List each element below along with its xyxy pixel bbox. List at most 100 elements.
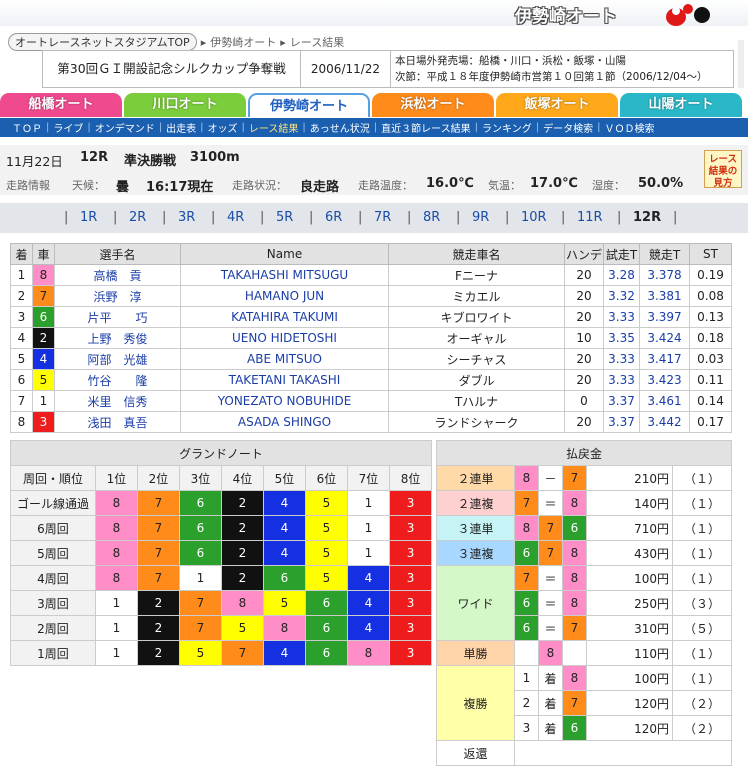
rider-name-en[interactable]: TAKETANI TAKASHI [180,369,389,391]
rider-name-jp[interactable]: 上野 秀俊 [54,327,181,349]
handicap: 20 [564,348,604,370]
race-link-5R[interactable]: 5R [276,210,293,225]
subnav-item-7[interactable]: あっせん状況 [310,120,370,135]
popularity: （１） [671,665,733,691]
payout-title: 払戻金 [435,440,733,466]
lap-car: 8 [263,615,306,641]
tab-track-6[interactable]: 山陽オート [620,93,742,117]
subnav-item-3[interactable]: オンデマンド [95,120,155,135]
rider-name-jp[interactable]: 竹谷 隆 [54,369,181,391]
subnav-separator: | [302,122,306,133]
trifecta-row-label: ３連単 [436,515,515,541]
rider-name-en[interactable]: TAKAHASHI MITSUGU [180,264,389,286]
lap-car: 6 [179,490,222,516]
rider-name-jp[interactable]: 浅田 真吾 [54,411,181,433]
handicap: 10 [564,327,604,349]
rider-name-jp[interactable]: 米里 信秀 [54,390,181,412]
subnav-item-6[interactable]: レース結果 [249,120,299,135]
position-header-2: 2位 [137,465,180,491]
rider-name-en[interactable]: KATAHIRA TAKUMI [180,306,389,328]
rider-name-en[interactable]: HAMANO JUN [180,285,389,307]
start-timing: 0.03 [689,348,732,370]
race-link-3R[interactable]: 3R [178,210,195,225]
tab-track-5[interactable]: 飯塚オート [496,93,618,117]
rider-name-jp[interactable]: 浜野 淳 [54,285,181,307]
race-link-4R[interactable]: 4R [227,210,244,225]
breadcrumb-track-link[interactable]: 伊勢崎オート [210,34,276,50]
race-link-9R[interactable]: 9R [472,210,489,225]
entries-header-8: 競走T [639,243,690,265]
lap-car: 3 [388,565,433,591]
race-link-6R[interactable]: 6R [325,210,342,225]
entries-header-3: 選手名 [54,243,181,265]
entries-header-6: ハンデ [564,243,604,265]
rider-name-jp[interactable]: 高橋 貢 [54,264,181,286]
race-day: 11月22日 [6,154,63,169]
payout-car: 7 [538,540,563,566]
tab-track-1[interactable]: 船橋オート [0,93,122,117]
position-header-8: 8位 [388,465,433,491]
finish-position: 1 [10,264,33,286]
rider-name-en[interactable]: YONEZATO NOBUHIDE [180,390,389,412]
start-timing: 0.17 [689,411,732,433]
subnav-item-4[interactable]: 出走表 [166,120,196,135]
quinella-row-label: ２連複 [436,490,515,516]
scrollbar[interactable] [738,40,744,88]
page-root: 伊勢崎オート オートレースネットスタジアムTOP ▸ 伊勢崎オート ▸ レース結… [0,0,748,774]
subnav-item-8[interactable]: 直近３節レース結果 [381,120,471,135]
lap-label: 4周回 [10,565,96,591]
payout-table: 払戻金 ２連単 8 － 7 210円 （１） ２連複 7 ＝ 8 140円 （１） ３連単 8 7 6 710円（… [435,440,733,766]
lap-label: 6周回 [10,515,96,541]
race-link-2R[interactable]: 2R [129,210,146,225]
position-header-4: 4位 [221,465,264,491]
empty-cell [514,640,539,666]
race-link-7R[interactable]: 7R [374,210,391,225]
lap-car: 1 [179,565,222,591]
trial-time: 3.33 [603,348,640,370]
rider-name-en[interactable]: ASADA SHINGO [180,411,389,433]
lap-car: 8 [95,515,138,541]
lap-car: 3 [388,640,433,666]
trial-time: 3.37 [603,390,640,412]
race-separator: | [64,210,69,225]
refund-label: 返還 [436,740,515,766]
position-header-1: 1位 [95,465,138,491]
subnav-item-5[interactable]: オッズ [208,120,238,135]
subnav-item-2[interactable]: ライブ [53,120,83,135]
subnav-item-9[interactable]: ランキング [482,120,532,135]
subnav-item-10[interactable]: データ検索 [543,120,593,135]
race-separator: | [617,210,622,225]
car-number: 8 [32,264,55,286]
race-link-1R[interactable]: 1R [80,210,97,225]
race-separator: | [407,210,412,225]
brand-title: 伊勢崎オート [515,7,617,27]
result-guide-button[interactable]: レース結果の見方 [704,150,742,189]
tab-track-3[interactable]: 伊勢崎オート [248,93,370,117]
start-timing: 0.13 [689,306,732,328]
popularity: （１） [671,515,733,541]
race-link-11R[interactable]: 11R [577,210,603,225]
lap-car: 6 [263,565,306,591]
race-link-10R[interactable]: 10R [521,210,547,225]
rider-name-jp[interactable]: 片平 巧 [54,306,181,328]
race-time: 3.417 [639,348,690,370]
grand-note-title: グランドノート [9,440,433,466]
entries-header-5: 競走車名 [388,243,565,265]
rider-name-en[interactable]: ABE MITSUO [180,348,389,370]
lap-car: 1 [95,590,138,616]
tab-track-2[interactable]: 川口オート [124,93,246,117]
subnav-item-1[interactable]: ＴＯＰ [12,120,42,135]
rider-name-en[interactable]: UENO HIDETOSHI [180,327,389,349]
race-kind: 準決勝戦 [124,154,177,169]
breadcrumb-home-link[interactable]: オートレースネットスタジアムTOP [8,33,197,51]
tab-track-4[interactable]: 浜松オート [372,93,494,117]
lap-car: 6 [305,590,348,616]
table-row: 2周回 1 2 7 5 8 6 4 3 [10,615,433,641]
rider-name-jp[interactable]: 阿部 光雄 [54,348,181,370]
car-number: 7 [32,285,55,307]
race-link-8R[interactable]: 8R [423,210,440,225]
lap-car: 5 [305,515,348,541]
payout-amount: 250円 [586,590,673,616]
subnav-item-11[interactable]: ＶＯＤ検索 [604,120,654,135]
weather-label: 天候： [72,179,105,192]
